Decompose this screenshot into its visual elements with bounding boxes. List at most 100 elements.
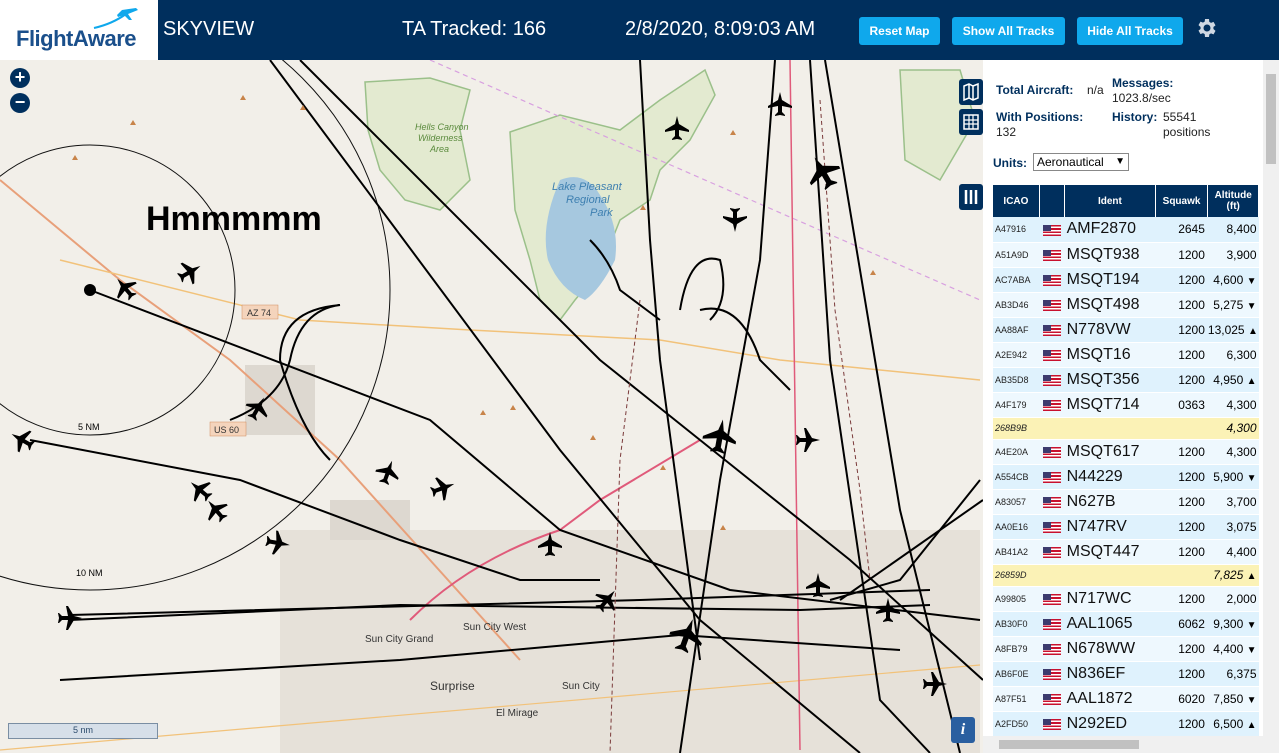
- zoom-in-icon[interactable]: +: [10, 68, 30, 88]
- cell-altitude: 8,400: [1207, 217, 1259, 243]
- table-row[interactable]: A4E20A MSQT617 1200 4,300: [993, 439, 1259, 465]
- cell-altitude: 5,900 ▼: [1207, 464, 1259, 490]
- table-row[interactable]: A47916 AMF2870 2645 8,400: [993, 217, 1259, 243]
- units-label: Units:: [993, 156, 1027, 170]
- hide-all-tracks-button[interactable]: Hide All Tracks: [1077, 17, 1183, 45]
- cell-squawk: 1200: [1155, 586, 1208, 612]
- chevron-down-icon: ▼: [1115, 156, 1125, 167]
- table-row[interactable]: AB3D46 MSQT498 1200 5,275 ▼: [993, 292, 1259, 318]
- cell-icao: A4F179: [993, 392, 1040, 418]
- column-header-squawk[interactable]: Squawk: [1155, 185, 1209, 217]
- table-row[interactable]: AB6F0E N836EF 1200 6,375: [993, 661, 1259, 687]
- units-select[interactable]: Aeronautical ▼: [1033, 153, 1129, 171]
- table-row[interactable]: AA88AF N778VW 1200 13,025 ▲: [993, 317, 1259, 343]
- column-header-altitude[interactable]: Altitude (ft): [1207, 185, 1259, 217]
- cell-altitude: 13,025 ▲: [1207, 317, 1259, 343]
- svg-text:Wilderness: Wilderness: [418, 133, 463, 143]
- range-ring-5nm: [0, 144, 236, 436]
- cell-altitude: 5,275 ▼: [1207, 292, 1259, 318]
- clock-datetime: 2/8/2020, 8:09:03 AM: [625, 18, 816, 40]
- gear-icon[interactable]: [1194, 16, 1218, 40]
- us-flag-icon: [1042, 446, 1061, 458]
- table-row[interactable]: AB35D8 MSQT356 1200 4,950 ▲: [993, 367, 1259, 393]
- map-layers-icon[interactable]: [959, 79, 983, 105]
- az-74-road: [59, 259, 981, 381]
- us-flag-icon: [1042, 374, 1061, 386]
- aircraft-icon: [430, 477, 455, 501]
- table-row[interactable]: 26859D 7,825 ▲: [993, 564, 1259, 587]
- scrollbar-thumb[interactable]: [999, 740, 1139, 749]
- cell-ident: MSQT938: [1064, 242, 1156, 268]
- cell-ident: N44229: [1064, 464, 1156, 490]
- table-row[interactable]: A87F51 AAL1872 6020 7,850 ▼: [993, 686, 1259, 712]
- cell-squawk: 1200: [1155, 367, 1208, 393]
- svg-text:Area: Area: [429, 144, 449, 154]
- map-canvas[interactable]: Hells Canyon Wilderness Area Lake Pleasa…: [0, 60, 983, 753]
- cell-altitude: 3,075: [1207, 514, 1259, 540]
- table-row[interactable]: A51A9D MSQT938 1200 3,900: [993, 242, 1259, 268]
- cell-icao: A83057: [993, 489, 1040, 515]
- logo-plane-icon: [93, 8, 138, 29]
- grid-icon[interactable]: [959, 109, 983, 135]
- table-row[interactable]: AB30F0 AAL1065 6062 9,300 ▼: [993, 611, 1259, 637]
- us-flag-icon: [1042, 249, 1061, 261]
- altitude-trend-icon: ▲: [1246, 719, 1257, 731]
- show-all-tracks-button[interactable]: Show All Tracks: [952, 17, 1065, 45]
- cell-ident: MSQT714: [1064, 392, 1156, 418]
- table-row[interactable]: A2FD50 N292ED 1200 6,500 ▲: [993, 711, 1259, 737]
- altitude-trend-icon: ▼: [1246, 472, 1257, 484]
- us-flag-icon: [1042, 224, 1061, 236]
- cell-icao: AB30F0: [993, 611, 1040, 637]
- altitude-value: 6,500: [1213, 716, 1244, 731]
- table-row[interactable]: A2E942 MSQT16 1200 6,300: [993, 342, 1259, 368]
- svg-text:10 NM: 10 NM: [76, 568, 103, 578]
- cell-icao: A99805: [993, 586, 1040, 612]
- cell-flag: [1039, 242, 1065, 268]
- cell-squawk: 1200: [1155, 636, 1208, 662]
- cell-squawk: 1200: [1155, 464, 1208, 490]
- cell-ident: MSQT194: [1064, 267, 1156, 293]
- cell-ident: [1064, 417, 1156, 440]
- table-row[interactable]: A4F179 MSQT714 0363 4,300: [993, 392, 1259, 418]
- flightaware-logo[interactable]: FlightAware: [0, 0, 158, 60]
- us-flag-icon: [1042, 521, 1061, 533]
- svg-text:Surprise: Surprise: [430, 679, 475, 693]
- table-row[interactable]: AC7ABA MSQT194 1200 4,600 ▼: [993, 267, 1259, 293]
- cell-flag: [1039, 539, 1065, 565]
- table-row[interactable]: A99805 N717WC 1200 2,000: [993, 586, 1259, 612]
- tracked-count: TA Tracked: 166: [402, 18, 547, 40]
- table-row[interactable]: A83057 N627B 1200 3,700: [993, 489, 1259, 515]
- table-row[interactable]: 268B9B 4,300: [993, 417, 1259, 440]
- cell-altitude: 4,400: [1207, 539, 1259, 565]
- cell-flag: [1039, 661, 1065, 687]
- table-row[interactable]: A8FB79 N678WW 1200 4,400 ▼: [993, 636, 1259, 662]
- cell-altitude: 3,700: [1207, 489, 1259, 515]
- cell-flag: [1039, 417, 1065, 440]
- cell-altitude: 3,900: [1207, 242, 1259, 268]
- reset-map-button[interactable]: Reset Map: [859, 17, 940, 45]
- us-flag-icon: [1042, 643, 1061, 655]
- cell-squawk: [1155, 564, 1208, 587]
- us-flag-icon: [1042, 349, 1061, 361]
- columns-icon[interactable]: [959, 184, 983, 210]
- cell-altitude: 9,300 ▼: [1207, 611, 1259, 637]
- cell-flag: [1039, 217, 1065, 243]
- svg-text:AZ 74: AZ 74: [247, 308, 271, 318]
- aircraft-icon: [702, 419, 737, 454]
- column-header-icao[interactable]: ICAO: [993, 185, 1040, 217]
- column-header-ident[interactable]: Ident: [1064, 185, 1156, 217]
- zoom-out-icon[interactable]: −: [10, 93, 30, 113]
- table-row[interactable]: AB41A2 MSQT447 1200 4,400: [993, 539, 1259, 565]
- us-flag-icon: [1042, 299, 1061, 311]
- info-icon[interactable]: i: [951, 717, 975, 743]
- table-row[interactable]: AA0E16 N747RV 1200 3,075: [993, 514, 1259, 540]
- cell-flag: [1039, 686, 1065, 712]
- cell-flag: [1039, 292, 1065, 318]
- panel-vertical-scrollbar[interactable]: [1263, 60, 1279, 736]
- scrollbar-thumb[interactable]: [1266, 74, 1276, 164]
- panel-horizontal-scrollbar[interactable]: [983, 736, 1279, 753]
- column-header-flag[interactable]: [1039, 185, 1066, 217]
- table-row[interactable]: A554CB N44229 1200 5,900 ▼: [993, 464, 1259, 490]
- altitude-trend-icon: ▲: [1246, 571, 1257, 582]
- cell-ident: N836EF: [1064, 661, 1156, 687]
